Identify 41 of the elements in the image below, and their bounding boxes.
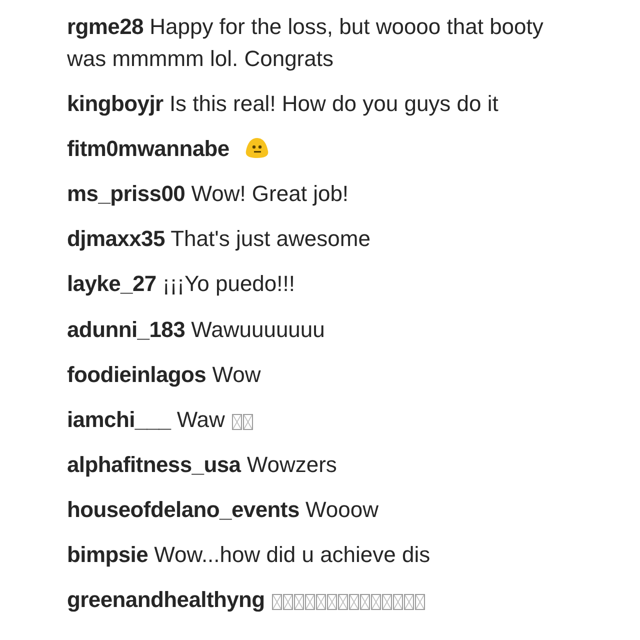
missing-glyph-icon <box>242 414 253 430</box>
comment: adunni_183 Wawuuuuuuu <box>67 316 326 344</box>
missing-glyph-icon <box>294 594 304 610</box>
username-link[interactable]: fitm0mwannabe <box>67 136 230 161</box>
username-link[interactable]: kingboyjr <box>67 91 164 116</box>
comment: foodieinlagos Wow <box>67 361 262 389</box>
comment: houseofdelano_events Wooow <box>67 496 380 524</box>
username-link[interactable]: foodieinlagos <box>67 362 206 387</box>
missing-glyph-icon <box>348 594 359 610</box>
missing-glyph-icon <box>316 594 326 610</box>
comment: layke_27 ¡¡¡Yo puedo!!! <box>67 270 296 298</box>
comment: ms_priss00 Wow! Great job! <box>67 180 350 208</box>
comment: djmaxx35 That's just awesome <box>67 225 372 253</box>
missing-glyph-icon <box>338 594 348 610</box>
missing-glyph-icon <box>414 594 425 610</box>
username-link[interactable]: layke_27 <box>67 271 156 296</box>
username-link[interactable]: rgme28 <box>67 14 144 39</box>
missing-glyph-icon <box>382 594 392 610</box>
username-link[interactable]: alphafitness_usa <box>67 452 241 477</box>
emoji-icon <box>245 137 270 159</box>
username-link[interactable]: houseofdelano_events <box>67 497 300 522</box>
missing-glyph-icon <box>370 594 381 610</box>
missing-glyph-icon <box>304 594 315 610</box>
missing-glyph-icon <box>360 594 370 610</box>
username-link[interactable]: adunni_183 <box>67 317 186 342</box>
username-link[interactable]: ms_priss00 <box>67 181 186 206</box>
missing-glyph-icon <box>326 594 337 610</box>
username-link[interactable]: greenandhealthyng <box>67 587 265 612</box>
missing-glyph-icon <box>404 594 414 610</box>
missing-glyph-icon <box>282 594 293 610</box>
username-link[interactable]: iamchi___ <box>67 407 171 432</box>
username-link[interactable]: djmaxx35 <box>67 226 165 251</box>
missing-glyph-icon <box>272 594 282 610</box>
comment: rgme28 Happy for the loss, but woooo that booty was mmmmm lol. Congrats <box>67 13 544 73</box>
comment: alphafitness_usa Wowzers <box>67 451 338 479</box>
missing-glyph-icon <box>232 414 242 430</box>
missing-glyph-icon <box>392 594 403 610</box>
comment: bimpsie Wow...how did u achieve dis <box>67 541 432 569</box>
comment: kingboyjr Is this real! How do you guys do it <box>67 90 500 118</box>
username-link[interactable]: bimpsie <box>67 542 148 567</box>
comment: iamchi___ Waw <box>67 404 580 436</box>
